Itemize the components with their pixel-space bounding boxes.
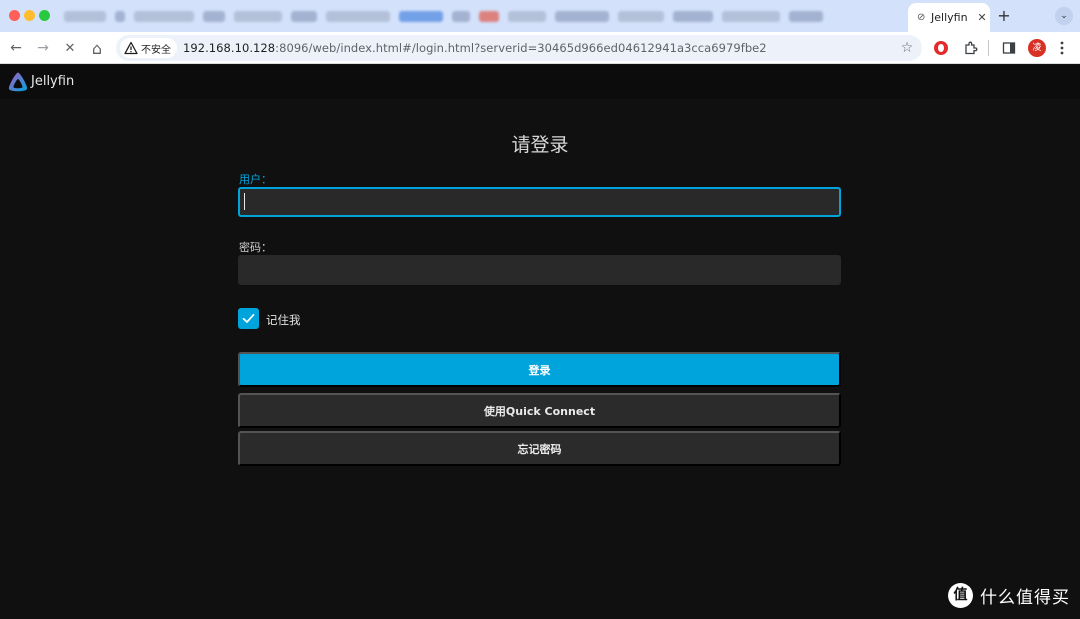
app-header: Jellyfin [0, 65, 1080, 99]
side-panel-icon[interactable] [999, 38, 1019, 58]
window-close-button[interactable] [9, 10, 20, 21]
address-bar[interactable]: 不安全 192.168.10.128:8096/web/index.html#/… [116, 35, 922, 61]
home-icon[interactable]: ⌂ [87, 38, 107, 58]
browser-toolbar: ← → ✕ ⌂ 不安全 192.168.10.128:8096/web/inde… [0, 32, 1080, 64]
tab-jellyfin[interactable]: ⊘ Jellyfin ✕ [908, 3, 990, 32]
username-input[interactable] [238, 187, 841, 217]
warning-triangle-icon [124, 41, 138, 55]
forward-arrow-icon[interactable]: → [33, 38, 53, 58]
password-input[interactable] [238, 255, 841, 285]
menu-kebab-icon[interactable] [1052, 38, 1072, 58]
remember-me-checkbox[interactable] [238, 308, 259, 329]
security-label: 不安全 [141, 44, 171, 56]
new-tab-button[interactable]: + [996, 6, 1012, 26]
tab-close-icon[interactable]: ✕ [974, 11, 990, 24]
login-page: 请登录 用户： 密码： 记住我 登录 使用Quick Connect 忘记密码 [0, 99, 1080, 619]
text-caret [244, 193, 245, 210]
profile-avatar[interactable]: 凌 [1028, 39, 1046, 57]
tab-title: Jellyfin [931, 11, 968, 24]
url-text[interactable]: 192.168.10.128:8096/web/index.html#/logi… [183, 41, 767, 55]
extensions-puzzle-icon[interactable] [960, 38, 980, 58]
security-indicator[interactable]: 不安全 [120, 38, 177, 58]
url-path: :8096/web/index.html#/login.html?serveri… [275, 41, 767, 55]
url-host: 192.168.10.128 [183, 41, 276, 55]
watermark-text: 什么值得买 [980, 588, 1070, 608]
forgot-password-button[interactable]: 忘记密码 [238, 431, 841, 466]
page-title: 请登录 [511, 134, 569, 156]
back-arrow-icon[interactable]: ← [6, 38, 26, 58]
login-button[interactable]: 登录 [238, 352, 841, 387]
window-minimize-button[interactable] [24, 10, 35, 21]
remember-me-label[interactable]: 记住我 [266, 312, 301, 328]
toolbar-divider [988, 40, 989, 56]
password-label: 密码： [239, 241, 272, 254]
app-name[interactable]: Jellyfin [31, 74, 74, 89]
watermark: 值 什么值得买 [948, 583, 1070, 608]
window-zoom-button[interactable] [39, 10, 50, 21]
watermark-badge: 值 [948, 583, 973, 608]
jellyfin-favicon-icon: ⊘ [917, 12, 926, 23]
bookmark-star-icon[interactable]: ☆ [898, 39, 916, 57]
browser-tab-strip: ⊘ Jellyfin ✕ + ⌄ [0, 0, 1080, 32]
extension-red-icon[interactable] [934, 41, 948, 55]
checkmark-icon [242, 313, 255, 323]
stop-loading-icon[interactable]: ✕ [60, 38, 80, 58]
quick-connect-button[interactable]: 使用Quick Connect [238, 393, 841, 428]
jellyfin-logo-icon[interactable] [6, 70, 30, 94]
username-label: 用户： [239, 173, 272, 186]
blurred-background-tabs[interactable] [64, 6, 904, 26]
tab-search-button[interactable]: ⌄ [1055, 7, 1073, 25]
